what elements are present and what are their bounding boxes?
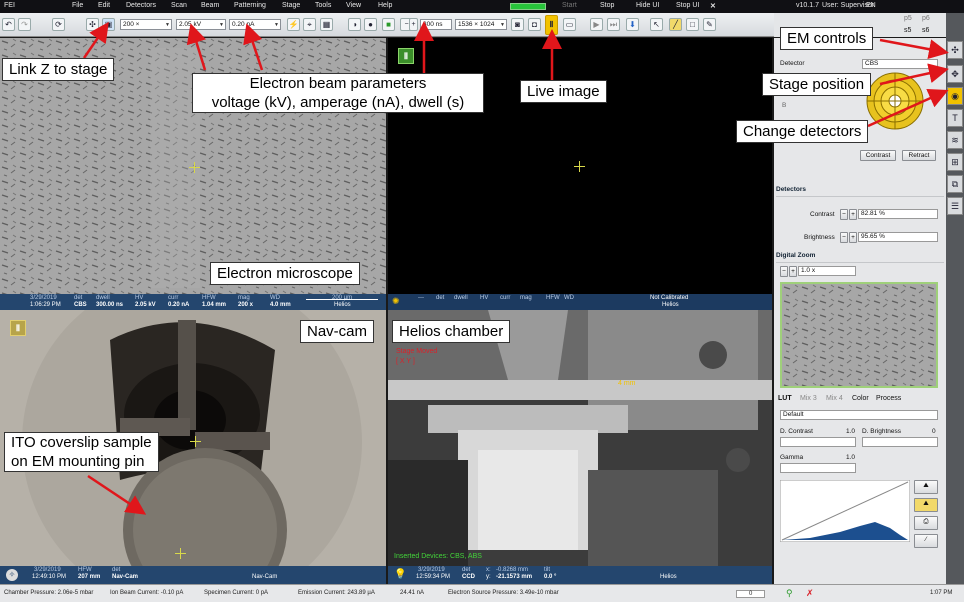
change-detectors-arrow	[867, 88, 949, 128]
note-ito-sample: ITO coverslip sample on EM mounting pin	[4, 432, 159, 472]
note-beam-params: Electron beam parameters voltage (kV), a…	[192, 73, 484, 113]
note-nav-cam: Nav-cam	[300, 320, 375, 343]
voltage-arrow	[186, 23, 207, 71]
em-controls-arrow	[879, 38, 949, 60]
note-beam-params-line2: voltage (kV), amperage (nA), dwell (s)	[211, 94, 465, 111]
current-arrow	[243, 23, 264, 71]
note-stage-position: Stage position	[762, 73, 872, 96]
note-ito-line1: ITO coverslip sample	[11, 434, 152, 451]
note-change-detectors: Change detectors	[736, 120, 869, 143]
note-live-image: Live image	[520, 80, 607, 103]
ito-arrow	[87, 474, 147, 515]
stage-position-arrow	[879, 63, 949, 86]
note-helios-chamber: Helios chamber	[392, 320, 511, 343]
note-link-z: Link Z to stage	[2, 58, 115, 81]
note-electron-microscope: Electron microscope	[210, 262, 360, 285]
note-beam-params-line1: Electron beam parameters	[249, 75, 427, 92]
note-ito-line2: on EM mounting pin	[11, 453, 145, 470]
link-z-arrow	[82, 21, 109, 59]
note-em-controls: EM controls	[780, 27, 874, 50]
